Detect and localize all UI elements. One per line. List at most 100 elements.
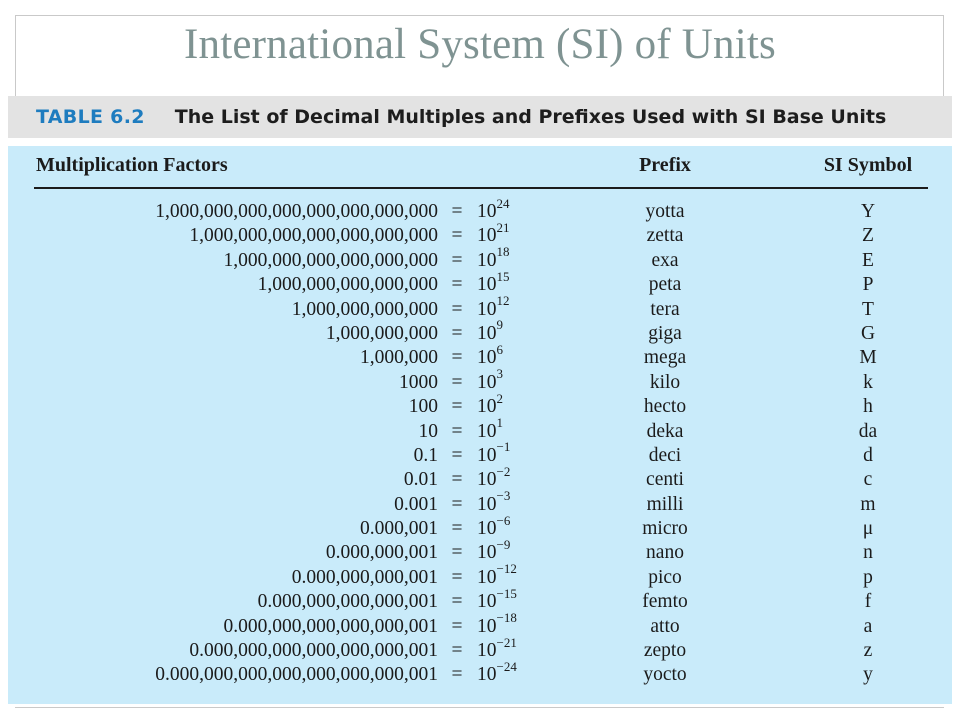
power-base: 10 bbox=[477, 274, 497, 296]
si-symbol: d bbox=[863, 444, 873, 466]
power-base: 10 bbox=[477, 396, 497, 418]
table-row: 1,000,000,000 = 109 giga G bbox=[0, 318, 960, 346]
prefix-name: yotta bbox=[645, 201, 685, 222]
table-row: 0.000,000,000,000,000,001 = 10−18 atto a bbox=[0, 611, 960, 639]
prefix-name: giga bbox=[648, 322, 682, 344]
power-base: 10 bbox=[477, 469, 497, 491]
power-exponent: −24 bbox=[496, 658, 517, 674]
si-symbol: M bbox=[859, 347, 877, 369]
table-row: 1,000,000,000,000,000,000,000 = 1021 zetta Z bbox=[0, 221, 960, 248]
table-caption-text: The List of Decimal Multiples and Prefix… bbox=[174, 106, 887, 128]
power-base: 10 bbox=[477, 566, 497, 588]
factor-value: 1,000,000,000,000 bbox=[291, 298, 438, 320]
table-row: 1,000,000,000,000,000,000,000,000 = 1024 yo… bbox=[0, 197, 960, 224]
si-symbol: c bbox=[863, 469, 873, 491]
si-symbol: G bbox=[860, 322, 876, 344]
factor-value: 1,000,000 bbox=[360, 347, 438, 369]
prefix-name: deci bbox=[648, 444, 682, 466]
frame-bottom-line bbox=[15, 707, 944, 708]
power-base: 10 bbox=[477, 640, 497, 662]
power-base: 10 bbox=[477, 615, 497, 637]
prefix-name: zetta bbox=[646, 225, 684, 247]
factor-value: 1,000,000,000,000,000 bbox=[257, 274, 438, 296]
si-symbol: a bbox=[863, 615, 873, 637]
equals-sign: = bbox=[451, 664, 463, 686]
table-row: 0.000,000,000,000,000,000,001 = 10−21 zepto… bbox=[0, 636, 960, 663]
power-base: 10 bbox=[477, 322, 497, 344]
si-symbol: da bbox=[858, 420, 878, 442]
equals-sign: = bbox=[451, 298, 463, 320]
power-of-ten: 10−24 bbox=[477, 660, 517, 687]
factor-value: 0.000,000,000,000,001 bbox=[257, 591, 438, 613]
equals-sign: = bbox=[451, 347, 463, 369]
power-exponent: 9 bbox=[496, 317, 504, 333]
equals-sign: = bbox=[451, 420, 463, 442]
power-of-ten: 1012 bbox=[477, 294, 510, 322]
factor-value: 1,000,000,000 bbox=[325, 322, 438, 344]
si-symbol: h bbox=[863, 396, 873, 418]
factor-value: 0.000,000,000,000,000,000,000,001 bbox=[155, 664, 438, 686]
prefix-name: atto bbox=[650, 615, 680, 637]
factor-value: 1,000,000,000,000,000,000,000 bbox=[189, 225, 438, 247]
header-si-symbol: SI Symbol bbox=[823, 154, 913, 176]
power-exponent: 12 bbox=[496, 293, 510, 309]
power-exponent: 21 bbox=[496, 219, 510, 235]
prefix-name: femto bbox=[642, 591, 688, 613]
equals-sign: = bbox=[451, 444, 463, 466]
si-symbol: E bbox=[862, 249, 874, 271]
prefix-name: peta bbox=[648, 274, 682, 296]
power-base: 10 bbox=[477, 664, 497, 686]
power-exponent: −18 bbox=[496, 610, 517, 626]
table-row: 0.1 = 10−1 deci d bbox=[0, 440, 960, 468]
factor-value: 1,000,000,000,000,000,000 bbox=[223, 249, 439, 271]
frame-top-line bbox=[15, 15, 944, 16]
factor-value: 0.000,001 bbox=[360, 518, 438, 540]
prefix-name: hecto bbox=[643, 396, 687, 418]
prefix-name: mega bbox=[643, 347, 687, 369]
power-exponent: −3 bbox=[496, 488, 511, 504]
table-row: 0.000,001 = 10−6 micro μ bbox=[0, 514, 960, 541]
factor-value: 1,000,000,000,000,000,000,000,000 bbox=[155, 201, 438, 222]
power-base: 10 bbox=[477, 371, 497, 393]
table-row: 0.000,000,000,001 = 10−12 pico p bbox=[0, 562, 960, 590]
equals-sign: = bbox=[451, 322, 463, 344]
power-exponent: −12 bbox=[496, 561, 517, 577]
equals-sign: = bbox=[451, 591, 463, 613]
prefix-name: milli bbox=[646, 493, 684, 515]
equals-sign: = bbox=[451, 249, 463, 271]
equals-sign: = bbox=[451, 371, 463, 393]
si-symbol: y bbox=[863, 664, 873, 686]
power-exponent: 18 bbox=[496, 244, 510, 260]
prefix-name: kilo bbox=[649, 371, 681, 393]
si-symbol: P bbox=[862, 274, 874, 296]
equals-sign: = bbox=[451, 566, 463, 588]
table-row: 10 = 101 deka da bbox=[0, 416, 960, 444]
header-rule bbox=[34, 187, 928, 189]
si-symbol: p bbox=[863, 566, 873, 588]
si-symbol: Z bbox=[862, 225, 874, 247]
table-row: 0.000,000,000,000,001 = 10−15 femto f bbox=[0, 587, 960, 614]
table-row: 1,000,000,000,000,000 = 1015 peta P bbox=[0, 270, 960, 297]
prefix-name: deka bbox=[646, 420, 684, 442]
table-row: 1000 = 103 kilo k bbox=[0, 367, 960, 395]
factor-value: 0.000,000,001 bbox=[325, 542, 438, 564]
header-prefix: Prefix bbox=[639, 154, 691, 176]
power-exponent: −6 bbox=[496, 512, 511, 528]
table-row: 100 = 102 hecto h bbox=[0, 392, 960, 419]
table-row: 0.001 = 10−3 milli m bbox=[0, 489, 960, 517]
si-symbol: μ bbox=[862, 518, 874, 540]
si-symbol: z bbox=[863, 640, 873, 662]
factor-value: 0.1 bbox=[413, 444, 438, 466]
prefix-name: exa bbox=[651, 249, 679, 271]
prefix-name: zepto bbox=[643, 640, 687, 662]
equals-sign: = bbox=[451, 225, 463, 247]
equals-sign: = bbox=[451, 542, 463, 564]
power-base: 10 bbox=[477, 225, 497, 247]
power-base: 10 bbox=[477, 420, 497, 442]
power-exponent: 15 bbox=[496, 268, 510, 284]
table-row: 1,000,000,000,000,000,000 = 1018 exa E bbox=[0, 245, 960, 273]
equals-sign: = bbox=[451, 640, 463, 662]
power-base: 10 bbox=[477, 542, 497, 564]
power-exponent: −15 bbox=[496, 585, 517, 601]
si-symbol: f bbox=[864, 591, 872, 613]
